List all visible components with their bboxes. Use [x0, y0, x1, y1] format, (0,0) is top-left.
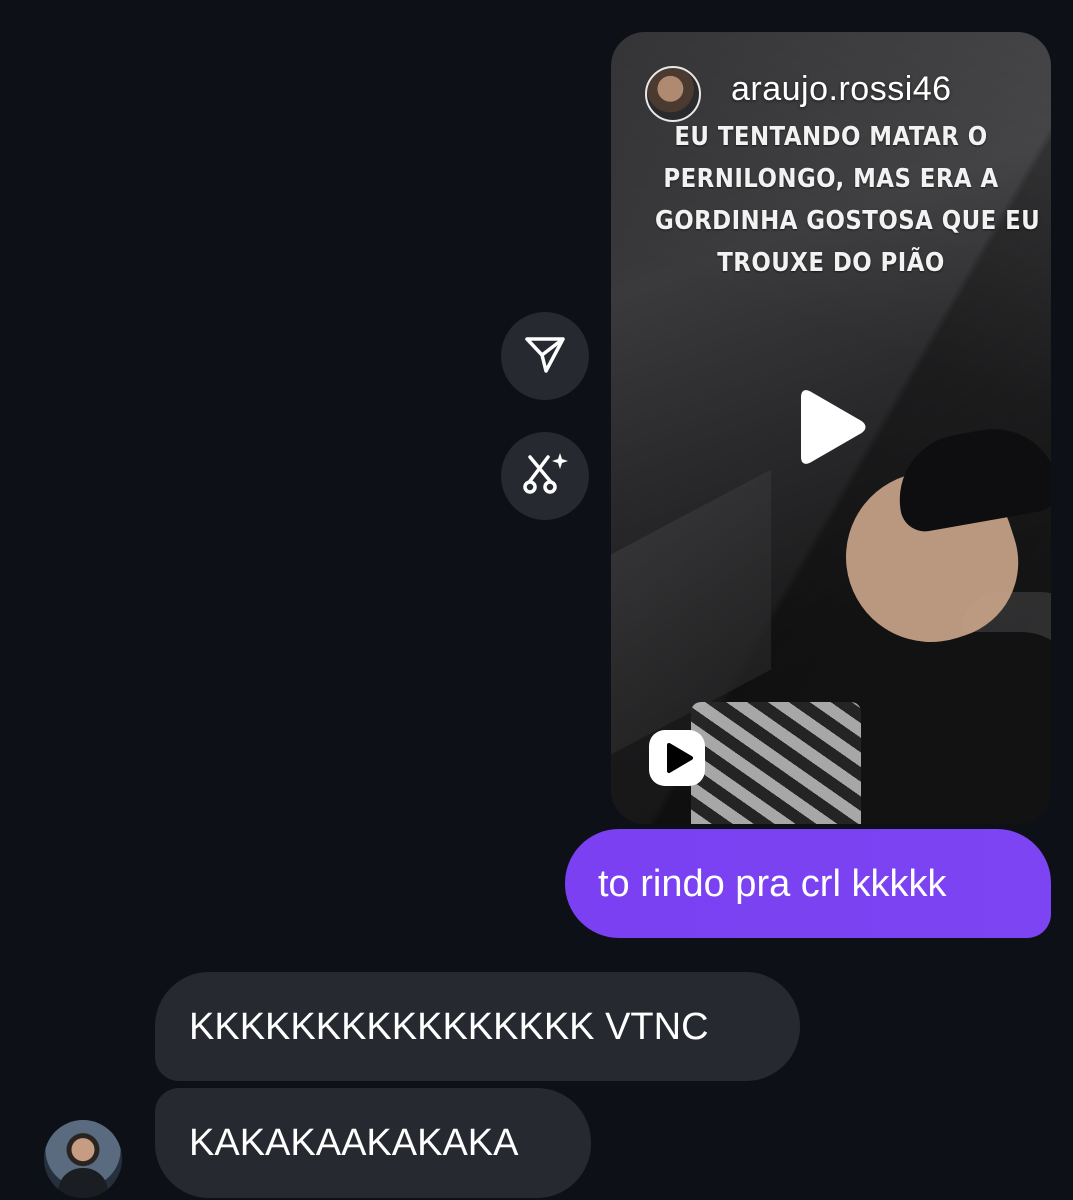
message-text: KKKKKKKKKKKKKKKK VTNC	[189, 1005, 709, 1048]
contact-avatar[interactable]	[44, 1120, 122, 1198]
reel-author-avatar[interactable]	[645, 66, 701, 122]
reel-caption-line: EU TENTANDO MATAR O	[674, 122, 988, 152]
reel-caption-line: GORDINHA GOSTOSA QUE EU	[655, 206, 1041, 236]
received-message-bubble[interactable]: KAKAKAAKAKAKA	[155, 1088, 591, 1198]
reels-icon	[647, 728, 707, 788]
send-icon	[522, 331, 568, 382]
reel-caption: EU TENTANDO MATAR O PERNILONGO, MAS ERA …	[655, 116, 1041, 284]
reel-header: araujo.rossi46	[645, 66, 1031, 122]
remix-sparkle-icon	[520, 449, 570, 504]
received-message-bubble[interactable]: KKKKKKKKKKKKKKKK VTNC	[155, 972, 800, 1081]
shared-reel-card[interactable]: araujo.rossi46 EU TENTANDO MATAR O PERNI…	[611, 32, 1051, 824]
reel-person-hair	[889, 418, 1051, 536]
share-button[interactable]	[501, 312, 589, 400]
reel-caption-line: PERNILONGO, MAS ERA A	[663, 164, 999, 194]
reel-blanket	[691, 702, 861, 824]
sent-message-bubble[interactable]: to rindo pra crl kkkkk	[565, 829, 1051, 938]
reel-author-username[interactable]: araujo.rossi46	[731, 70, 952, 109]
message-text: to rindo pra crl kkkkk	[598, 862, 947, 905]
reel-caption-line: TROUXE DO PIÃO	[717, 248, 945, 278]
play-icon[interactable]	[797, 387, 867, 467]
remix-button[interactable]	[501, 432, 589, 520]
message-text: KAKAKAAKAKAKA	[189, 1122, 519, 1164]
contact-avatar-figure	[58, 1168, 108, 1198]
chat-thread: araujo.rossi46 EU TENTANDO MATAR O PERNI…	[0, 0, 1073, 1200]
